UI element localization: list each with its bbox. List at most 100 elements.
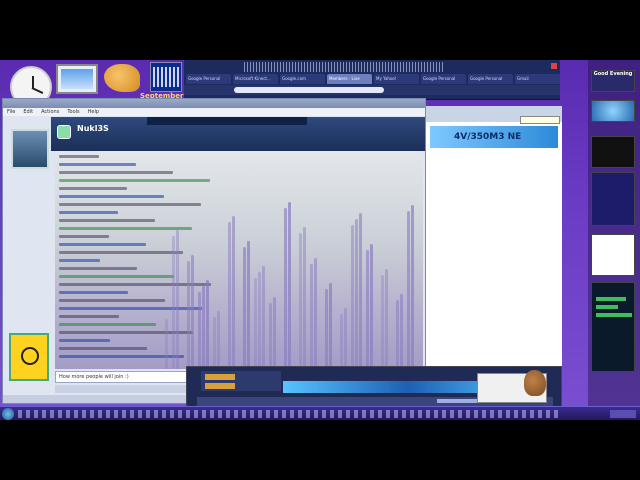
chat-message-line: [59, 347, 147, 350]
wallpaper-flower: [381, 275, 384, 369]
tooltip: [520, 116, 560, 124]
start-button[interactable]: [2, 408, 14, 420]
conversation-history[interactable]: [55, 151, 423, 369]
chat-message-line: [59, 227, 192, 230]
wallpaper-flower: [206, 280, 209, 369]
page-banner[interactable]: 4V/350M3 NE: [430, 126, 558, 148]
browser-tab[interactable]: Google.com: [280, 74, 325, 84]
my-avatar[interactable]: [9, 333, 49, 381]
chat-message-line: [59, 219, 155, 222]
calendar-gadget[interactable]: [150, 62, 182, 92]
wallpaper-flower: [273, 297, 276, 369]
wallpaper-flower: [299, 233, 302, 369]
wallpaper-flower: [262, 266, 265, 369]
wallpaper-flower: [191, 255, 194, 369]
taskbar: [0, 406, 640, 420]
wallpaper-flower: [202, 286, 205, 369]
menu-edit[interactable]: Edit: [23, 108, 33, 116]
chat-message-line: [59, 211, 118, 214]
clock-minute-hand: [31, 87, 44, 94]
chat-message-line: [59, 195, 164, 198]
wallpaper-flower: [314, 258, 317, 369]
playlist[interactable]: [201, 371, 281, 391]
web-page-content[interactable]: 4V/350M3 NE: [426, 106, 562, 406]
wallpaper-flower: [228, 222, 231, 369]
contact-name: Nukl3S: [77, 124, 109, 133]
menu-file[interactable]: File: [7, 108, 15, 116]
playlist-item[interactable]: [205, 383, 235, 389]
squirrel-icon: [524, 370, 546, 396]
wallpaper-flower: [172, 236, 175, 369]
browser-tab[interactable]: Microsoft Kinect...: [233, 74, 278, 84]
news-gadget[interactable]: [591, 172, 635, 226]
chat-message-line: [59, 243, 146, 246]
cpu-meter-gadget[interactable]: [591, 136, 635, 168]
wallpaper-flower: [217, 311, 220, 369]
media-controls[interactable]: [147, 117, 307, 125]
taskbar-items[interactable]: [18, 410, 558, 418]
wallpaper-flower: [269, 303, 272, 369]
browser-tab[interactable]: Gmail: [515, 74, 560, 84]
wallpaper-flower: [247, 241, 250, 369]
wallpaper-flower: [359, 213, 362, 369]
browser-tab[interactable]: My Yahoo!: [374, 74, 419, 84]
stat-bar: [596, 313, 632, 317]
chat-message-line: [59, 251, 183, 254]
close-icon[interactable]: [551, 63, 557, 69]
wallpaper-flower: [366, 250, 369, 369]
wallpaper-flower: [344, 308, 347, 369]
browser-tab-active[interactable]: Members - Live: [327, 74, 372, 84]
menu-help[interactable]: Help: [88, 108, 99, 116]
chat-message-line: [59, 315, 119, 318]
wallpaper-flower: [340, 314, 343, 369]
wallpaper-flower: [407, 211, 410, 369]
greeting-text: Good Evening: [593, 71, 633, 77]
smiley-icon: [21, 347, 39, 365]
network-stats-gadget[interactable]: [591, 282, 635, 372]
wallpaper-flower: [254, 278, 257, 369]
browser-window[interactable]: Google Personal Microsoft Kinect... Goog…: [184, 60, 560, 100]
banner-text: 4V/350M3 NE: [454, 132, 522, 142]
wallpaper-flower: [400, 294, 403, 369]
messenger-titlebar[interactable]: [3, 99, 425, 108]
wallpaper-flower: [396, 300, 399, 369]
desktop: September Google Personal Microsoft Kine…: [0, 60, 640, 420]
browser-tab[interactable]: Google Personal: [421, 74, 466, 84]
chat-message-line: [59, 163, 136, 166]
weather-gadget[interactable]: [591, 100, 635, 122]
greeting-gadget[interactable]: Good Evening: [591, 70, 635, 92]
messenger-window[interactable]: File Edit Actions Tools Help Nukl3S How …: [2, 98, 426, 404]
wallpaper-flower: [329, 283, 332, 369]
chat-message-line: [59, 291, 128, 294]
chat-message-line: [59, 275, 174, 278]
wallpaper-flower: [165, 319, 168, 369]
system-tray[interactable]: [610, 410, 636, 418]
wallpaper-flower: [284, 208, 287, 369]
browser-tab[interactable]: Google Personal: [186, 74, 231, 84]
wallpaper-flower: [243, 247, 246, 369]
status-icon: [57, 125, 71, 139]
chat-message-line: [59, 171, 173, 174]
address-bar-row: [184, 85, 560, 95]
playlist-item[interactable]: [205, 374, 235, 380]
conversation-header: Nukl3S: [51, 117, 425, 151]
chat-message-line: [59, 267, 137, 270]
wallpaper-flower: [325, 289, 328, 369]
chat-message-line: [59, 235, 109, 238]
fortune-cookie-gadget[interactable]: [104, 64, 140, 92]
menu-actions[interactable]: Actions: [41, 108, 59, 116]
wallpaper-flower: [288, 202, 291, 369]
chat-message-line: [59, 155, 99, 158]
wallpaper-flower: [310, 264, 313, 369]
address-input[interactable]: [234, 87, 384, 93]
menu-tools[interactable]: Tools: [67, 108, 79, 116]
wallpaper-flower: [198, 292, 201, 369]
chat-message-line: [59, 259, 100, 262]
mascot-gadget[interactable]: [591, 234, 635, 276]
contact-avatar[interactable]: [11, 129, 49, 169]
slideshow-gadget[interactable]: [56, 64, 98, 94]
browser-tab[interactable]: Google Personal: [468, 74, 513, 84]
chat-message-line: [59, 187, 127, 190]
slideshow-screen: [61, 69, 93, 89]
wallpaper-flower: [213, 317, 216, 369]
